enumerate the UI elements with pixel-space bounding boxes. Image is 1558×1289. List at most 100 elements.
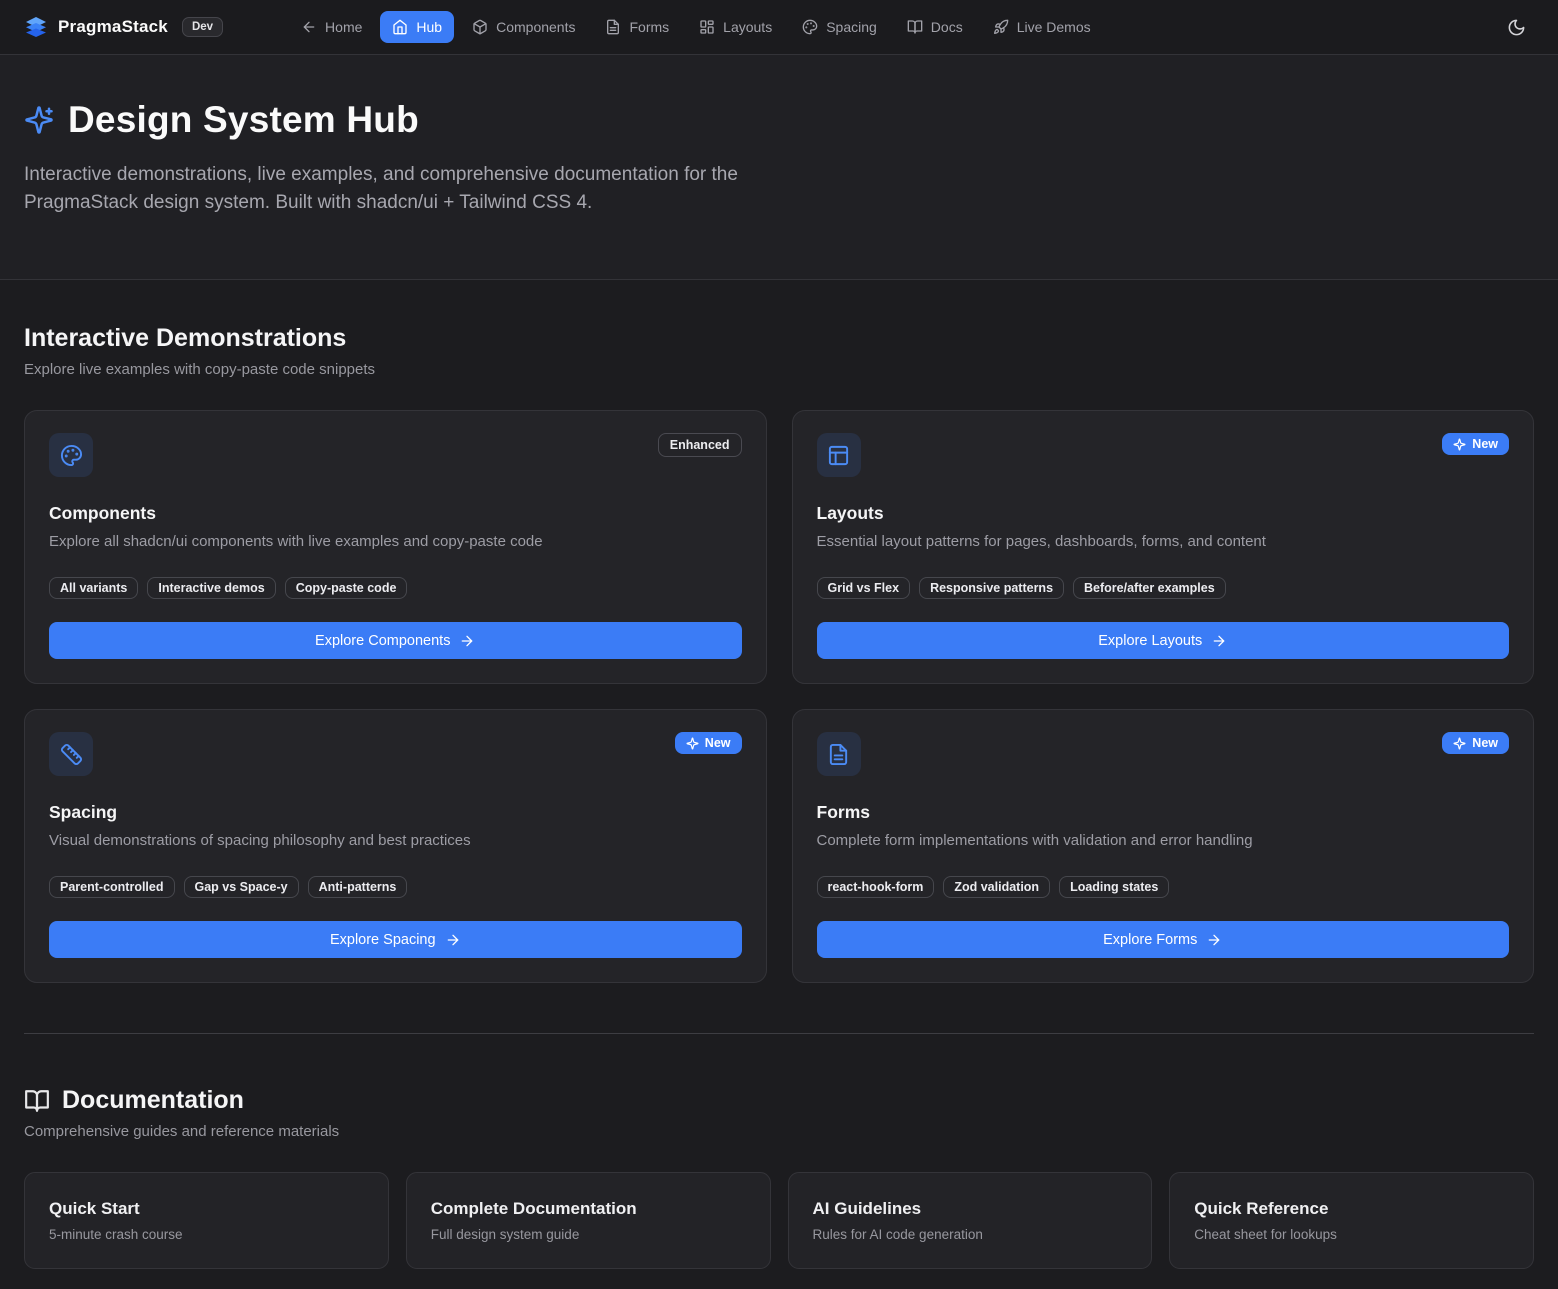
sparkles-icon — [686, 737, 699, 750]
cta-label: Explore Components — [315, 633, 450, 649]
new-badge: New — [675, 732, 742, 754]
doc-card-complete-documentation[interactable]: Complete Documentation Full design syste… — [406, 1172, 771, 1269]
doc-card-title: Complete Documentation — [431, 1199, 746, 1219]
card-title: Components — [49, 503, 742, 524]
tag: react-hook-form — [817, 876, 935, 898]
rocket-icon — [993, 19, 1009, 35]
arrow-left-icon — [301, 19, 317, 35]
sparkles-icon — [1453, 438, 1466, 451]
doc-card-title: Quick Start — [49, 1199, 364, 1219]
doc-card-subtitle: Rules for AI code generation — [813, 1227, 1128, 1242]
nav-label: Forms — [629, 19, 669, 35]
enhanced-badge: Enhanced — [658, 433, 742, 457]
sparkles-icon — [24, 105, 54, 135]
explore-spacing-button[interactable]: Explore Spacing — [49, 921, 742, 958]
demo-card-components: Enhanced Components Explore all shadcn/u… — [24, 410, 767, 684]
doc-card-quick-start[interactable]: Quick Start 5-minute crash course — [24, 1172, 389, 1269]
panels-top-left-icon — [817, 433, 861, 477]
palette-icon — [802, 19, 818, 35]
new-badge: New — [1442, 732, 1509, 754]
theme-toggle-button[interactable] — [1498, 9, 1534, 45]
docs-section-title: Documentation — [62, 1086, 244, 1115]
nav-item-forms[interactable]: Forms — [593, 11, 681, 43]
main-content: Interactive Demonstrations Explore live … — [0, 280, 1558, 1289]
sparkles-icon — [1453, 737, 1466, 750]
nav-label: Docs — [931, 19, 963, 35]
nav-item-hub[interactable]: Hub — [380, 11, 454, 43]
page-title: Design System Hub — [68, 99, 419, 141]
tag: Anti-patterns — [308, 876, 408, 898]
book-open-icon — [907, 19, 923, 35]
cta-label: Explore Layouts — [1098, 633, 1202, 649]
badge-label: New — [1472, 736, 1498, 750]
brand-name: PragmaStack — [58, 17, 168, 37]
package-icon — [472, 19, 488, 35]
arrow-right-icon — [445, 932, 461, 948]
dev-badge: Dev — [182, 17, 223, 37]
tag: Loading states — [1059, 876, 1169, 898]
nav-label: Live Demos — [1017, 19, 1091, 35]
nav-item-components[interactable]: Components — [460, 11, 587, 43]
card-description: Complete form implementations with valid… — [817, 832, 1510, 849]
nav-label: Layouts — [723, 19, 772, 35]
card-description: Explore all shadcn/ui components with li… — [49, 533, 742, 550]
explore-forms-button[interactable]: Explore Forms — [817, 921, 1510, 958]
main-nav: Home Hub Components Forms Layouts — [289, 11, 1103, 43]
demo-card-spacing: New Spacing Visual demonstrations of spa… — [24, 709, 767, 983]
nav-item-live-demos[interactable]: Live Demos — [981, 11, 1103, 43]
arrow-right-icon — [459, 633, 475, 649]
tag: Gap vs Space-y — [184, 876, 299, 898]
nav-item-spacing[interactable]: Spacing — [790, 11, 889, 43]
layout-grid-icon — [699, 19, 715, 35]
explore-components-button[interactable]: Explore Components — [49, 622, 742, 659]
docs-cards-grid: Quick Start 5-minute crash course Comple… — [24, 1172, 1534, 1289]
nav-label: Components — [496, 19, 575, 35]
tag: Grid vs Flex — [817, 577, 911, 599]
card-title: Forms — [817, 802, 1510, 823]
new-badge: New — [1442, 433, 1509, 455]
card-description: Essential layout patterns for pages, das… — [817, 533, 1510, 550]
doc-card-quick-reference[interactable]: Quick Reference Cheat sheet for lookups — [1169, 1172, 1534, 1269]
demo-card-layouts: New Layouts Essential layout patterns fo… — [792, 410, 1535, 684]
section-divider — [24, 1033, 1534, 1034]
hero-section: Design System Hub Interactive demonstrat… — [0, 55, 1558, 280]
nav-item-docs[interactable]: Docs — [895, 11, 975, 43]
demos-section-title: Interactive Demonstrations — [24, 324, 1534, 353]
doc-card-title: AI Guidelines — [813, 1199, 1128, 1219]
arrow-right-icon — [1211, 633, 1227, 649]
card-title: Layouts — [817, 503, 1510, 524]
tag: Interactive demos — [147, 577, 275, 599]
explore-layouts-button[interactable]: Explore Layouts — [817, 622, 1510, 659]
card-description: Visual demonstrations of spacing philoso… — [49, 832, 742, 849]
tag: Responsive patterns — [919, 577, 1064, 599]
nav-item-layouts[interactable]: Layouts — [687, 11, 784, 43]
file-text-icon — [817, 732, 861, 776]
moon-icon — [1507, 18, 1526, 37]
palette-icon — [49, 433, 93, 477]
nav-label: Spacing — [826, 19, 877, 35]
doc-card-subtitle: Cheat sheet for lookups — [1194, 1227, 1509, 1242]
documentation-section: Documentation Comprehensive guides and r… — [24, 1086, 1534, 1289]
file-text-icon — [605, 19, 621, 35]
tag: Zod validation — [943, 876, 1050, 898]
brand[interactable]: PragmaStack Dev — [24, 15, 223, 39]
doc-card-ai-guidelines[interactable]: AI Guidelines Rules for AI code generati… — [788, 1172, 1153, 1269]
cta-label: Explore Forms — [1103, 932, 1197, 948]
doc-card-title: Quick Reference — [1194, 1199, 1509, 1219]
page-subtitle: Interactive demonstrations, live example… — [24, 161, 769, 217]
nav-item-home[interactable]: Home — [289, 11, 374, 43]
nav-label: Home — [325, 19, 362, 35]
badge-label: New — [705, 736, 731, 750]
cta-label: Explore Spacing — [330, 932, 436, 948]
tag: Before/after examples — [1073, 577, 1226, 599]
ruler-icon — [49, 732, 93, 776]
tag: All variants — [49, 577, 138, 599]
nav-label: Hub — [416, 19, 442, 35]
doc-card-subtitle: 5-minute crash course — [49, 1227, 364, 1242]
top-navbar: PragmaStack Dev Home Hub Components Fo — [0, 0, 1558, 55]
tag: Parent-controlled — [49, 876, 175, 898]
demos-section-subtitle: Explore live examples with copy-paste co… — [24, 361, 1534, 378]
card-title: Spacing — [49, 802, 742, 823]
demo-card-forms: New Forms Complete form implementations … — [792, 709, 1535, 983]
arrow-right-icon — [1206, 932, 1222, 948]
